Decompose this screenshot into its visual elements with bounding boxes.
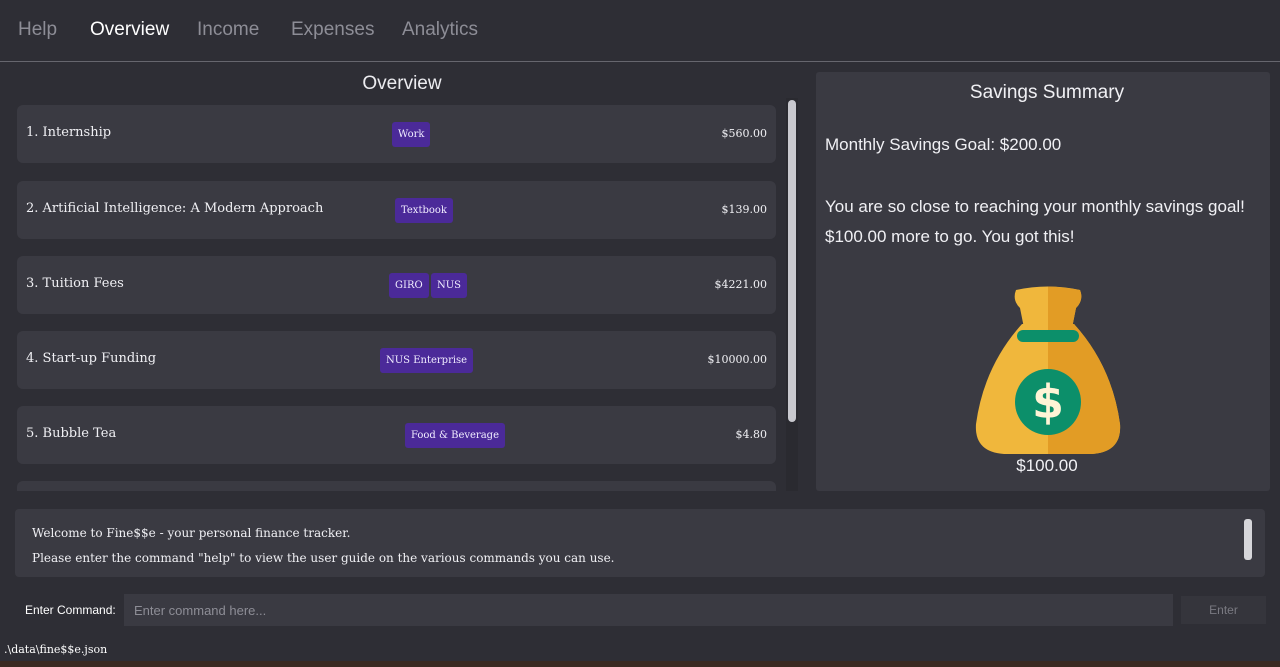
overview-list[interactable]: 1. Internship Work $560.00 2. Artificial… — [17, 105, 777, 491]
list-item[interactable]: 3. Tuition Fees GIRO NUS $4221.00 — [17, 256, 776, 314]
overview-title: Overview — [362, 73, 442, 94]
list-item[interactable]: 4. Start-up Funding NUS Enterprise $1000… — [17, 331, 776, 389]
command-input[interactable] — [124, 594, 1173, 626]
list-item[interactable]: 2. Artificial Intelligence: A Modern App… — [17, 181, 776, 239]
category-tag: NUS Enterprise — [380, 348, 474, 373]
category-tag: Textbook — [395, 198, 453, 223]
tab-income[interactable]: Income — [197, 19, 259, 41]
item-amount: $560.00 — [721, 127, 768, 140]
savings-summary-panel: Savings Summary Monthly Savings Goal: $2… — [816, 72, 1270, 491]
item-name: 1. Internship — [26, 125, 112, 140]
item-amount: $10000.00 — [707, 353, 768, 366]
enter-button[interactable]: Enter — [1181, 596, 1266, 624]
item-name: 2. Artificial Intelligence: A Modern App… — [26, 201, 324, 216]
savings-title: Savings Summary — [969, 82, 1125, 103]
overview-scrollbar-thumb[interactable] — [788, 100, 796, 422]
tab-overview[interactable]: Overview — [90, 19, 169, 41]
list-item[interactable] — [17, 481, 776, 491]
category-tag: Food & Beverage — [405, 423, 505, 448]
result-text-line: Welcome to Fine$$e - your personal finan… — [32, 526, 351, 540]
money-bag-icon: $ — [975, 286, 1121, 454]
tab-help[interactable]: Help — [18, 19, 57, 41]
window-bottom-edge — [0, 661, 1280, 667]
list-item[interactable]: 1. Internship Work $560.00 — [17, 105, 776, 163]
item-amount: $139.00 — [721, 203, 768, 216]
savings-message: You are so close to reaching your monthl… — [825, 197, 1245, 216]
svg-text:$: $ — [1032, 375, 1064, 429]
category-tag: Work — [392, 122, 431, 147]
item-name: 4. Start-up Funding — [26, 351, 157, 366]
category-tag: NUS — [431, 273, 468, 298]
result-text-line: Please enter the command "help" to view … — [32, 551, 615, 565]
status-file-path: .\data\fine$$e.json — [4, 643, 108, 656]
tab-analytics[interactable]: Analytics — [402, 19, 478, 41]
savings-amount: $100.00 — [1016, 456, 1078, 475]
command-label: Enter Command: — [25, 603, 116, 617]
tab-bar: Help Overview Income Expenses Analytics — [0, 0, 1280, 62]
item-name: 3. Tuition Fees — [26, 276, 124, 291]
result-display: Welcome to Fine$$e - your personal finan… — [15, 509, 1265, 577]
savings-goal: Monthly Savings Goal: $200.00 — [825, 135, 1062, 154]
list-item[interactable]: 5. Bubble Tea Food & Beverage $4.80 — [17, 406, 776, 464]
result-scrollbar-thumb[interactable] — [1244, 519, 1252, 560]
item-amount: $4221.00 — [714, 278, 768, 291]
savings-message-remaining: $100.00 more to go. You got this! — [825, 227, 1075, 246]
item-name: 5. Bubble Tea — [26, 426, 117, 441]
tab-expenses[interactable]: Expenses — [291, 19, 374, 41]
category-tag: GIRO — [389, 273, 429, 298]
item-amount: $4.80 — [735, 428, 768, 441]
